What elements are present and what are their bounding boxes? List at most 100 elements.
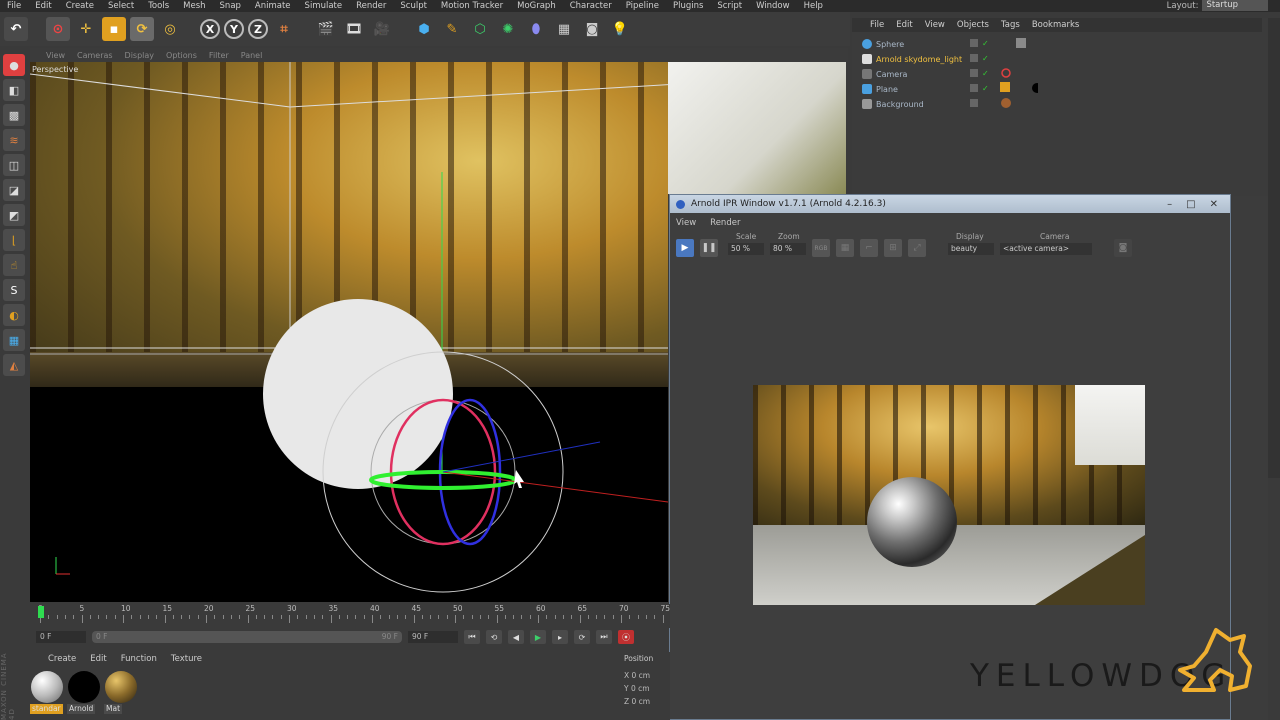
snap-icon[interactable]: S [3,279,25,301]
mat-menu-function[interactable]: Function [121,654,157,664]
menu-pipeline[interactable]: Pipeline [619,1,666,11]
menu-sculpt[interactable]: Sculpt [393,1,434,11]
cloner-icon[interactable]: ✺ [496,17,520,41]
render-settings-icon[interactable]: 🎥 [370,17,394,41]
playhead[interactable] [38,606,44,618]
material-mat[interactable] [105,671,137,703]
coord-x-value[interactable]: 0 cm [632,671,651,680]
workplane-icon[interactable]: ≋ [3,129,25,151]
floor-icon[interactable]: ▦ [552,17,576,41]
x-axis-lock-icon[interactable]: X [200,19,220,39]
texture-mode-icon[interactable]: ▩ [3,104,25,126]
prev-frame-icon[interactable]: ◀ [508,630,524,644]
coord-x[interactable]: X 0 cm [620,669,670,682]
axis-mode-icon[interactable]: ⌊ [3,229,25,251]
cube-icon[interactable]: ⬢ [412,17,436,41]
menu-create[interactable]: Create [59,1,101,11]
menu-mesh[interactable]: Mesh [176,1,212,11]
split-icon[interactable]: ⊞ [884,239,902,257]
maximize-icon[interactable]: □ [1186,199,1195,210]
light-icon[interactable]: 💡 [608,17,632,41]
object-row-camera[interactable]: Camera [862,67,907,81]
coordinate-system-icon[interactable]: ⌗ [272,17,296,41]
pen-icon[interactable]: ✎ [440,17,464,41]
rotate-icon[interactable]: ⟳ [130,17,154,41]
menu-tools[interactable]: Tools [141,1,176,11]
object-row-background[interactable]: Background [862,97,924,111]
recent-tool-icon[interactable]: ◎ [158,17,182,41]
menu-snap[interactable]: Snap [213,1,248,11]
deformer-icon[interactable]: ⬮ [524,17,548,41]
rgb-button[interactable]: RGB [812,239,830,257]
start-frame-field[interactable]: 0 F [36,631,86,643]
coord-z[interactable]: Z 0 cm [620,695,670,708]
menu-animate[interactable]: Animate [248,1,298,11]
go-to-start-icon[interactable]: ⏮ [464,630,480,644]
objmgr-menu-objects[interactable]: Objects [957,20,989,30]
material-standard[interactable] [31,671,63,703]
ipr-menu-view[interactable]: View [676,218,696,228]
menu-script[interactable]: Script [710,1,749,11]
sculpt-icon[interactable]: ◭ [3,354,25,376]
magnet-icon[interactable]: ◐ [3,304,25,326]
coord-y-value[interactable]: 0 cm [631,684,650,693]
menu-character[interactable]: Character [563,1,619,11]
display-dropdown[interactable]: beauty [948,243,994,255]
next-frame-icon[interactable]: ▸ [552,630,568,644]
edges-mode-icon[interactable]: ◪ [3,179,25,201]
zoom-input[interactable]: 80 % [770,243,806,255]
mat-menu-texture[interactable]: Texture [171,654,202,664]
object-row-skydome[interactable]: Arnold skydome_light [862,52,962,66]
scale-icon[interactable]: ▪ [102,17,126,41]
undo-icon[interactable]: ↶ [4,17,28,41]
viewport-menu-cameras[interactable]: Cameras [77,51,113,60]
tweak-mode-icon[interactable]: ☝ [3,254,25,276]
menu-select[interactable]: Select [101,1,141,11]
render-picture-viewer-icon[interactable]: 🎞 [342,17,366,41]
go-to-end-icon[interactable]: ⏭ [596,630,612,644]
menu-plugins[interactable]: Plugins [666,1,710,11]
minimize-icon[interactable]: – [1167,199,1172,210]
snapshot-icon[interactable]: ◙ [1114,239,1132,257]
fit-icon[interactable]: ⤢ [908,239,926,257]
play-icon[interactable]: ▶ [530,630,546,644]
objmgr-menu-tags[interactable]: Tags [1001,20,1020,30]
timeline-ruler[interactable]: 051015202530354045505560657075 [36,604,670,624]
mat-menu-create[interactable]: Create [48,654,76,664]
z-axis-lock-icon[interactable]: Z [248,19,268,39]
make-editable-icon[interactable]: ● [3,54,25,76]
prev-key-icon[interactable]: ⟲ [486,630,502,644]
preview-range-slider[interactable]: 0 F 90 F [92,631,402,643]
close-icon[interactable]: ✕ [1210,199,1218,210]
viewport-menu-filter[interactable]: Filter [209,51,229,60]
material-arnold[interactable] [68,671,100,703]
objmgr-menu-file[interactable]: File [870,20,884,30]
perspective-viewport[interactable] [30,62,668,602]
coord-z-value[interactable]: 0 cm [632,697,651,706]
coord-y[interactable]: Y 0 cm [620,682,670,695]
record-icon[interactable]: ⦿ [618,630,634,644]
viewport-menu-display[interactable]: Display [125,51,155,60]
menu-help[interactable]: Help [797,1,830,11]
layout-dropdown[interactable]: Startup [1202,0,1268,11]
viewport-menu-panel[interactable]: Panel [241,51,263,60]
polygons-mode-icon[interactable]: ◩ [3,204,25,226]
menu-simulate[interactable]: Simulate [298,1,350,11]
ipr-menu-render[interactable]: Render [710,218,740,228]
render-view-icon[interactable]: 🎬 [314,17,338,41]
move-icon[interactable]: ✛ [74,17,98,41]
y-axis-lock-icon[interactable]: Y [224,19,244,39]
objmgr-menu-view[interactable]: View [925,20,945,30]
object-row-sphere[interactable]: Sphere [862,37,904,51]
camera-icon[interactable]: ◙ [580,17,604,41]
region-icon[interactable]: ▦ [836,239,854,257]
menu-file[interactable]: File [0,1,28,11]
object-row-plane[interactable]: Plane [862,82,898,96]
live-selection-icon[interactable]: ⊙ [46,17,70,41]
scale-input[interactable]: 50 % [728,243,764,255]
camera-dropdown[interactable]: <active camera> [1000,243,1092,255]
next-key-icon[interactable]: ⟳ [574,630,590,644]
pause-button[interactable]: ❚❚ [700,239,718,257]
menu-edit[interactable]: Edit [28,1,58,11]
subdivision-icon[interactable]: ⬡ [468,17,492,41]
